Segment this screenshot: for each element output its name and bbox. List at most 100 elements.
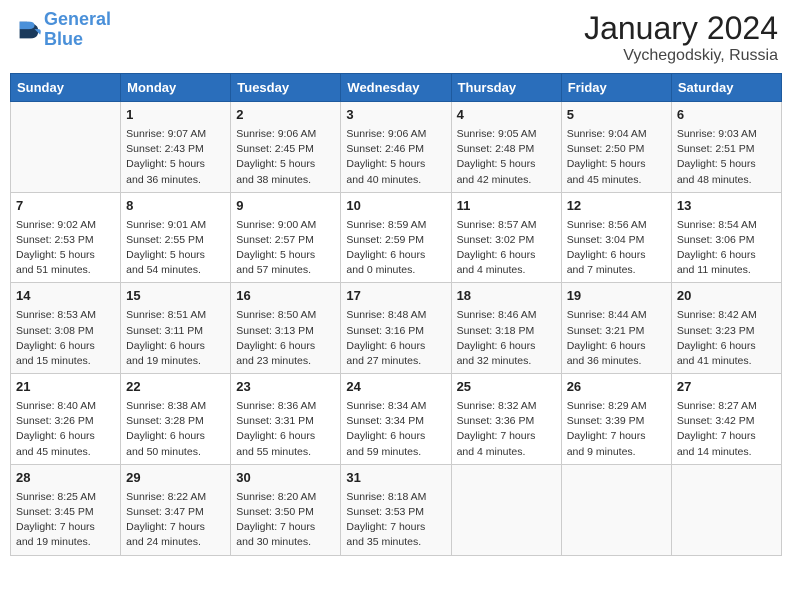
- weekday-header-friday: Friday: [561, 74, 671, 102]
- cell-info: Sunrise: 8:20 AMSunset: 3:50 PMDaylight:…: [236, 490, 335, 551]
- calendar-cell: [11, 102, 121, 193]
- day-number: 11: [457, 197, 556, 216]
- cell-info: Sunrise: 8:34 AMSunset: 3:34 PMDaylight:…: [346, 399, 445, 460]
- cell-info: Sunrise: 9:03 AMSunset: 2:51 PMDaylight:…: [677, 127, 776, 188]
- calendar-week-row: 14Sunrise: 8:53 AMSunset: 3:08 PMDayligh…: [11, 283, 782, 374]
- calendar-cell: 27Sunrise: 8:27 AMSunset: 3:42 PMDayligh…: [671, 374, 781, 465]
- day-number: 4: [457, 106, 556, 125]
- cell-info: Sunrise: 8:29 AMSunset: 3:39 PMDaylight:…: [567, 399, 666, 460]
- cell-info: Sunrise: 9:07 AMSunset: 2:43 PMDaylight:…: [126, 127, 225, 188]
- day-number: 3: [346, 106, 445, 125]
- day-number: 1: [126, 106, 225, 125]
- calendar-cell: 2Sunrise: 9:06 AMSunset: 2:45 PMDaylight…: [231, 102, 341, 193]
- calendar-cell: 11 Sunrise: 8:57 AMSunset: 3:02 PMDayligh…: [451, 192, 561, 283]
- calendar-cell: 8 Sunrise: 9:01 AMSunset: 2:55 PMDaylight…: [121, 192, 231, 283]
- cell-info: Sunrise: 8:22 AMSunset: 3:47 PMDaylight:…: [126, 490, 225, 551]
- cell-info: Sunrise: 9:05 AMSunset: 2:48 PMDaylight:…: [457, 127, 556, 188]
- cell-info: Sunrise: 8:38 AMSunset: 3:28 PMDaylight:…: [126, 399, 225, 460]
- cell-info: Sunrise: 8:48 AMSunset: 3:16 PMDaylight:…: [346, 308, 445, 369]
- cell-info: Sunrise: 8:50 AMSunset: 3:13 PMDaylight:…: [236, 308, 335, 369]
- calendar-cell: 26 Sunrise: 8:29 AMSunset: 3:39 PMDayligh…: [561, 374, 671, 465]
- cell-info: Sunrise: 8:40 AMSunset: 3:26 PMDaylight:…: [16, 399, 115, 460]
- weekday-header-tuesday: Tuesday: [231, 74, 341, 102]
- day-number: 8: [126, 197, 225, 216]
- calendar-cell: 13Sunrise: 8:54 AMSunset: 3:06 PMDayligh…: [671, 192, 781, 283]
- day-number: 24: [346, 378, 445, 397]
- day-number: 26: [567, 378, 666, 397]
- calendar-cell: [451, 464, 561, 555]
- calendar-cell: 15 Sunrise: 8:51 AMSunset: 3:11 PMDayligh…: [121, 283, 231, 374]
- day-number: 22: [126, 378, 225, 397]
- cell-info: Sunrise: 9:02 AMSunset: 2:53 PMDaylight:…: [16, 218, 115, 279]
- calendar-cell: 1 Sunrise: 9:07 AMSunset: 2:43 PMDaylight…: [121, 102, 231, 193]
- weekday-header-saturday: Saturday: [671, 74, 781, 102]
- cell-info: Sunrise: 8:53 AMSunset: 3:08 PMDaylight:…: [16, 308, 115, 369]
- day-number: 23: [236, 378, 335, 397]
- weekday-header-monday: Monday: [121, 74, 231, 102]
- day-number: 27: [677, 378, 776, 397]
- calendar-cell: 19 Sunrise: 8:44 AMSunset: 3:21 PMDayligh…: [561, 283, 671, 374]
- day-number: 20: [677, 287, 776, 306]
- calendar-cell: 3 Sunrise: 9:06 AMSunset: 2:46 PMDaylight…: [341, 102, 451, 193]
- cell-info: Sunrise: 8:32 AMSunset: 3:36 PMDaylight:…: [457, 399, 556, 460]
- calendar-week-row: 7 Sunrise: 9:02 AMSunset: 2:53 PMDaylight…: [11, 192, 782, 283]
- calendar-week-row: 1 Sunrise: 9:07 AMSunset: 2:43 PMDaylight…: [11, 102, 782, 193]
- calendar-cell: 21 Sunrise: 8:40 AMSunset: 3:26 PMDayligh…: [11, 374, 121, 465]
- cell-info: Sunrise: 8:51 AMSunset: 3:11 PMDaylight:…: [126, 308, 225, 369]
- cell-info: Sunrise: 8:42 AMSunset: 3:23 PMDaylight:…: [677, 308, 776, 369]
- cell-info: Sunrise: 8:56 AMSunset: 3:04 PMDaylight:…: [567, 218, 666, 279]
- day-number: 7: [16, 197, 115, 216]
- calendar-cell: 9Sunrise: 9:00 AMSunset: 2:57 PMDaylight…: [231, 192, 341, 283]
- day-number: 16: [236, 287, 335, 306]
- day-number: 15: [126, 287, 225, 306]
- calendar-cell: [671, 464, 781, 555]
- calendar-cell: 30 Sunrise: 8:20 AMSunset: 3:50 PMDayligh…: [231, 464, 341, 555]
- day-number: 18: [457, 287, 556, 306]
- logo-icon: [14, 16, 42, 44]
- cell-info: Sunrise: 9:01 AMSunset: 2:55 PMDaylight:…: [126, 218, 225, 279]
- calendar-cell: 25 Sunrise: 8:32 AMSunset: 3:36 PMDayligh…: [451, 374, 561, 465]
- cell-info: Sunrise: 8:46 AMSunset: 3:18 PMDaylight:…: [457, 308, 556, 369]
- weekday-header-thursday: Thursday: [451, 74, 561, 102]
- weekday-header-sunday: Sunday: [11, 74, 121, 102]
- page-title: January 2024: [584, 10, 778, 47]
- cell-info: Sunrise: 9:00 AMSunset: 2:57 PMDaylight:…: [236, 218, 335, 279]
- day-number: 10: [346, 197, 445, 216]
- logo-text: General Blue: [44, 10, 111, 50]
- cell-info: Sunrise: 8:57 AMSunset: 3:02 PMDaylight:…: [457, 218, 556, 279]
- calendar-cell: 7 Sunrise: 9:02 AMSunset: 2:53 PMDaylight…: [11, 192, 121, 283]
- calendar-cell: [561, 464, 671, 555]
- calendar-cell: 31Sunrise: 8:18 AMSunset: 3:53 PMDayligh…: [341, 464, 451, 555]
- day-number: 25: [457, 378, 556, 397]
- calendar-cell: 4 Sunrise: 9:05 AMSunset: 2:48 PMDaylight…: [451, 102, 561, 193]
- day-number: 28: [16, 469, 115, 488]
- calendar-week-row: 21 Sunrise: 8:40 AMSunset: 3:26 PMDayligh…: [11, 374, 782, 465]
- weekday-header-row: SundayMondayTuesdayWednesdayThursdayFrid…: [11, 74, 782, 102]
- calendar-cell: 14Sunrise: 8:53 AMSunset: 3:08 PMDayligh…: [11, 283, 121, 374]
- calendar-week-row: 28Sunrise: 8:25 AMSunset: 3:45 PMDayligh…: [11, 464, 782, 555]
- day-number: 12: [567, 197, 666, 216]
- calendar-cell: 29Sunrise: 8:22 AMSunset: 3:47 PMDayligh…: [121, 464, 231, 555]
- calendar-cell: 6 Sunrise: 9:03 AMSunset: 2:51 PMDaylight…: [671, 102, 781, 193]
- calendar-cell: 23 Sunrise: 8:36 AMSunset: 3:31 PMDayligh…: [231, 374, 341, 465]
- day-number: 5: [567, 106, 666, 125]
- calendar-table: SundayMondayTuesdayWednesdayThursdayFrid…: [10, 73, 782, 556]
- calendar-cell: 28Sunrise: 8:25 AMSunset: 3:45 PMDayligh…: [11, 464, 121, 555]
- calendar-cell: 12 Sunrise: 8:56 AMSunset: 3:04 PMDayligh…: [561, 192, 671, 283]
- cell-info: Sunrise: 9:04 AMSunset: 2:50 PMDaylight:…: [567, 127, 666, 188]
- day-number: 19: [567, 287, 666, 306]
- day-number: 6: [677, 106, 776, 125]
- cell-info: Sunrise: 8:44 AMSunset: 3:21 PMDaylight:…: [567, 308, 666, 369]
- day-number: 30: [236, 469, 335, 488]
- weekday-header-wednesday: Wednesday: [341, 74, 451, 102]
- calendar-cell: 17Sunrise: 8:48 AMSunset: 3:16 PMDayligh…: [341, 283, 451, 374]
- cell-info: Sunrise: 9:06 AMSunset: 2:45 PMDaylight:…: [236, 127, 335, 188]
- cell-info: Sunrise: 8:59 AMSunset: 2:59 PMDaylight:…: [346, 218, 445, 279]
- cell-info: Sunrise: 8:36 AMSunset: 3:31 PMDaylight:…: [236, 399, 335, 460]
- calendar-cell: 16 Sunrise: 8:50 AMSunset: 3:13 PMDayligh…: [231, 283, 341, 374]
- day-number: 21: [16, 378, 115, 397]
- cell-info: Sunrise: 9:06 AMSunset: 2:46 PMDaylight:…: [346, 127, 445, 188]
- calendar-cell: 10 Sunrise: 8:59 AMSunset: 2:59 PMDayligh…: [341, 192, 451, 283]
- day-number: 13: [677, 197, 776, 216]
- title-block: January 2024 Vychegodskiy, Russia: [584, 10, 778, 65]
